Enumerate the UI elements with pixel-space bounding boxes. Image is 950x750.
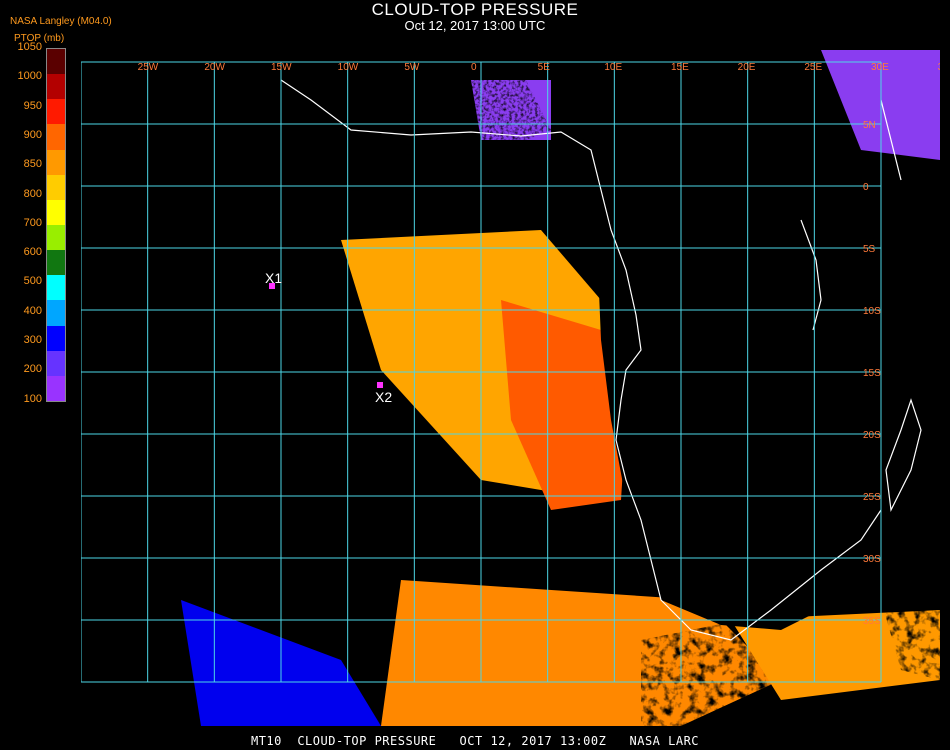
- color-bar-tick-label: 100: [23, 392, 42, 405]
- map-subtitle: Oct 12, 2017 13:00 UTC: [404, 18, 546, 33]
- longitude-label: 25E: [804, 62, 822, 73]
- credit-label: NASA Langley (M04.0): [10, 16, 112, 27]
- latitude-label: 5N: [863, 120, 876, 131]
- longitude-label: 15E: [671, 62, 689, 73]
- color-bar-segment: [47, 49, 65, 75]
- latitude-label: 10S: [863, 306, 881, 317]
- color-bar-segment: [47, 74, 65, 100]
- latitude-label: 5S: [863, 244, 876, 255]
- color-bar-segment: [47, 174, 65, 200]
- longitude-label: 5E: [538, 62, 551, 73]
- satellite-map: 25W 20W 15W 10W 5W 0 5E 10E 15E 20E 25E 30E 35E 5N 0 5S…: [80, 40, 950, 726]
- longitude-label: 30E: [871, 62, 889, 73]
- color-bar-tick-label: 700: [23, 216, 42, 229]
- longitude-label: 10W: [338, 62, 359, 73]
- color-bar-segment: [47, 99, 65, 125]
- color-bar-tick-label: 400: [23, 304, 42, 317]
- color-bar-segment: [47, 350, 65, 376]
- longitude-label: 5W: [404, 62, 420, 73]
- color-bar-segment: [47, 124, 65, 150]
- color-bar-tick-label: 1000: [17, 70, 42, 83]
- color-bar-tick-label: 500: [23, 275, 42, 288]
- color-bar-segment: [47, 325, 65, 351]
- longitude-label: 25W: [138, 62, 159, 73]
- longitude-label: 20W: [204, 62, 225, 73]
- color-bar-segment: [47, 375, 65, 401]
- color-bar-segment: [47, 224, 65, 251]
- longitude-label: 15W: [271, 62, 292, 73]
- color-bar-tick-label: 200: [23, 363, 42, 376]
- station-x2-marker: [377, 382, 383, 388]
- color-bar-segment: [47, 199, 65, 225]
- color-bar-tick-label: 300: [23, 334, 42, 346]
- latitude-label: 30S: [863, 554, 881, 565]
- longitude-label: 35E: [938, 62, 940, 73]
- longitude-label: 20E: [738, 62, 756, 73]
- latitude-label: 35S: [863, 616, 881, 627]
- color-bar-segment: [47, 149, 65, 175]
- footer-caption: MT10 CLOUD-TOP PRESSURE OCT 12, 2017 13:…: [250, 734, 700, 748]
- color-bar-tick-label: 850: [23, 158, 42, 171]
- color-bar-tick-label: 800: [23, 187, 42, 200]
- color-bar-tick-label: 950: [23, 99, 42, 112]
- color-bar-tick-label: 1050: [17, 41, 42, 53]
- color-bar-tick-label: 600: [23, 246, 42, 259]
- station-x2-label: X2: [375, 389, 392, 405]
- longitude-label: 10E: [604, 62, 622, 73]
- latitude-label: 15S: [863, 368, 881, 379]
- latitude-label: 25S: [863, 492, 881, 503]
- station-x1-label: X1: [265, 270, 282, 286]
- map-title: CLOUD-TOP PRESSURE: [371, 0, 579, 19]
- color-bar-segment: [47, 300, 65, 326]
- color-bar-segment: [47, 275, 65, 301]
- latitude-label: 0: [863, 182, 869, 193]
- color-bar: [46, 48, 66, 402]
- longitude-label: 0: [471, 62, 477, 73]
- latitude-label: 20S: [863, 430, 881, 441]
- color-bar-segment: [47, 250, 65, 276]
- color-bar-tick-label: 900: [23, 128, 42, 141]
